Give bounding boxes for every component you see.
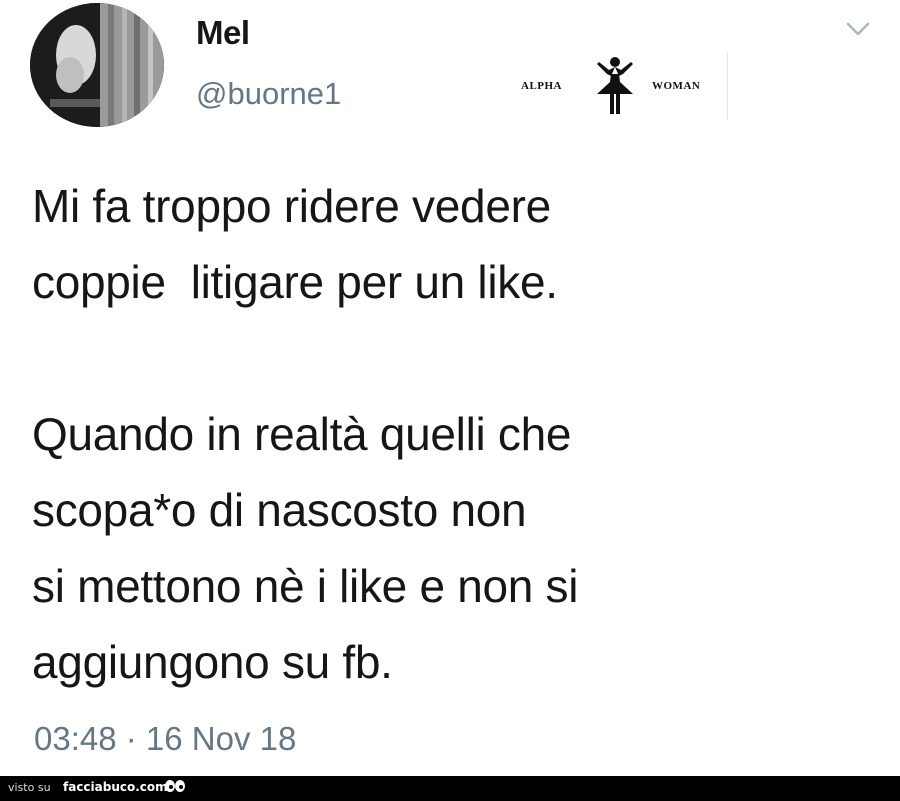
tweet-line: Mi fa troppo ridere vedere bbox=[32, 180, 551, 232]
tweet-line: scopa*o di nascosto non bbox=[32, 484, 527, 536]
site-footer: visto su facciabuco.com bbox=[0, 776, 900, 801]
tweet-line: si mettono nè i like e non si bbox=[32, 560, 579, 612]
alpha-woman-watermark: ALPHA WOMAN bbox=[515, 52, 728, 120]
watermark-left-text: ALPHA bbox=[521, 80, 562, 92]
avatar[interactable] bbox=[30, 3, 164, 127]
author-handle[interactable]: @buorne1 bbox=[196, 76, 341, 112]
tweet-body: Mi fa troppo ridere vedere coppie litiga… bbox=[32, 168, 872, 700]
avatar-photo bbox=[30, 3, 164, 127]
author-name[interactable]: Mel bbox=[196, 14, 250, 52]
footer-prefix: visto su bbox=[8, 781, 51, 794]
watermark-right-text: WOMAN bbox=[652, 80, 701, 92]
tweet-line: coppie litigare per un like. bbox=[32, 256, 558, 308]
tweet-line: Quando in realtà quelli che bbox=[32, 408, 572, 460]
footer-site-link[interactable]: facciabuco.com bbox=[63, 780, 168, 794]
tweet-line: aggiungono su fb. bbox=[32, 636, 393, 688]
woman-silhouette-icon bbox=[597, 57, 633, 114]
chevron-down-icon[interactable] bbox=[840, 14, 876, 44]
tweet-timestamp[interactable]: 03:48 · 16 Nov 18 bbox=[34, 720, 296, 758]
eyes-icon bbox=[165, 780, 185, 792]
tweet-card: Mel @buorne1 ALPHA WOMAN Mi fa troppo ri… bbox=[0, 0, 900, 776]
